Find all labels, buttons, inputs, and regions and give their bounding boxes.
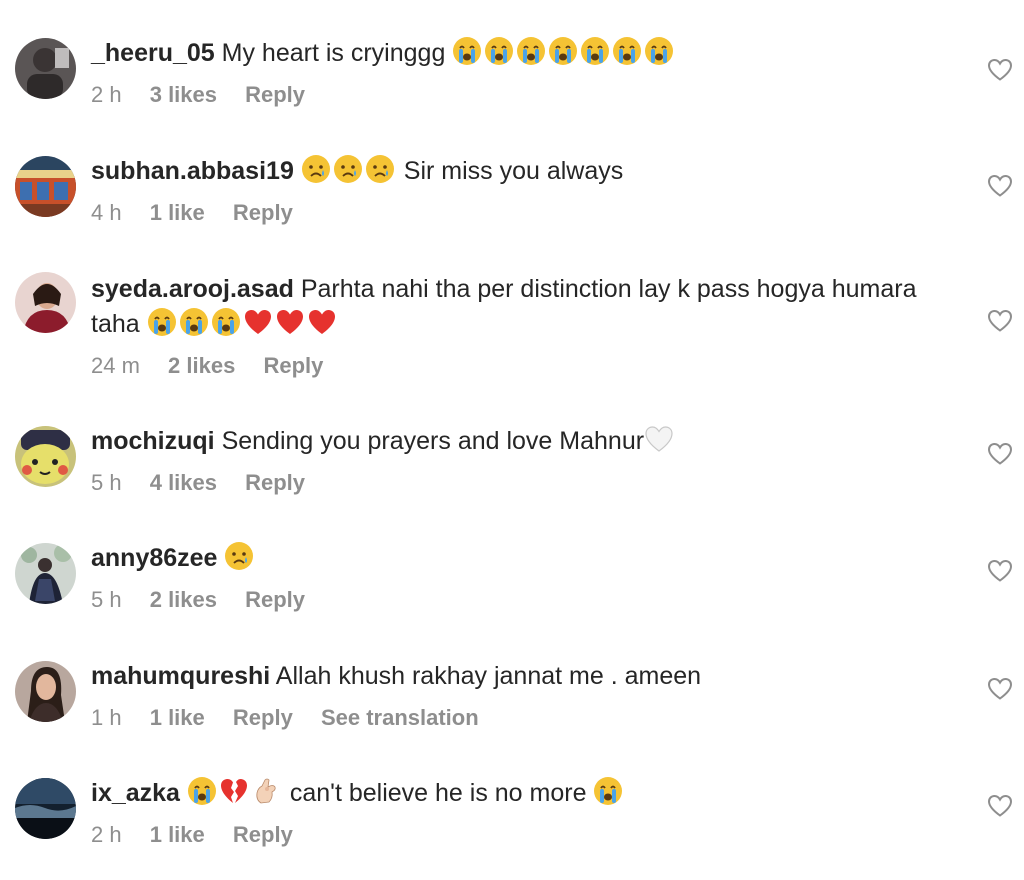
comment-time: 5 h — [91, 587, 122, 612]
like-heart-icon[interactable] — [987, 309, 1013, 333]
username[interactable]: anny86zee — [91, 544, 217, 572]
crying-emoji-icon — [147, 307, 177, 337]
crying-emoji-icon — [516, 36, 546, 66]
comment-time: 2 h — [91, 82, 122, 107]
comment-text: syeda.arooj.asad Parhta nahi tha per dis… — [91, 272, 971, 342]
username[interactable]: mochizuqi — [91, 427, 215, 455]
like-heart-icon[interactable] — [987, 794, 1013, 818]
likes-count[interactable]: 2 likes — [150, 587, 217, 612]
avatar[interactable] — [15, 156, 76, 217]
username[interactable]: syeda.arooj.asad — [91, 275, 294, 303]
crying-emoji-icon — [179, 307, 209, 337]
emoji-group — [224, 541, 256, 572]
reply-button[interactable]: Reply — [245, 470, 305, 495]
like-heart-icon[interactable] — [987, 174, 1013, 198]
emoji-group — [593, 776, 625, 807]
likes-count[interactable]: 3 likes — [150, 82, 217, 107]
comment-time: 2 h — [91, 822, 122, 847]
username[interactable]: ix_azka — [91, 779, 180, 807]
crying-emoji-icon — [187, 776, 217, 806]
like-heart-icon[interactable] — [987, 559, 1013, 583]
comment-body: Sir miss you always — [403, 157, 624, 185]
broken-heart-emoji-icon — [219, 776, 249, 806]
avatar[interactable] — [15, 426, 76, 487]
comment-meta: 4 h 1 like Reply — [91, 199, 971, 227]
comment-text: anny86zee — [91, 541, 971, 576]
reply-button[interactable]: Reply — [245, 82, 305, 107]
emoji-group — [187, 776, 283, 807]
red-heart-emoji-icon — [275, 307, 305, 337]
comment-body: Allah khush rakhay jannat me . ameen — [275, 662, 702, 690]
avatar[interactable] — [15, 778, 76, 839]
reply-button[interactable]: Reply — [233, 822, 293, 847]
comment-time: 5 h — [91, 470, 122, 495]
comment-text: ix_azka can't believe he is no more — [91, 776, 971, 811]
likes-count[interactable]: 1 like — [150, 822, 205, 847]
reply-button[interactable]: Reply — [263, 353, 323, 378]
pinching-hand-emoji-icon — [251, 776, 281, 806]
like-heart-icon[interactable] — [987, 677, 1013, 701]
crying-emoji-icon — [548, 36, 578, 66]
sad-tear-emoji-icon — [365, 154, 395, 184]
comment-meta: 1 h 1 like Reply See translation — [91, 704, 971, 732]
emoji-group — [452, 36, 676, 67]
comment-time: 4 h — [91, 200, 122, 225]
emoji-group — [147, 307, 339, 338]
comment-meta: 5 h 4 likes Reply — [91, 469, 971, 497]
emoji-group — [644, 424, 676, 455]
like-heart-icon[interactable] — [987, 442, 1013, 466]
username[interactable]: subhan.abbasi19 — [91, 157, 294, 185]
see-translation-button[interactable]: See translation — [321, 705, 479, 730]
comment-meta: 2 h 3 likes Reply — [91, 81, 971, 109]
crying-emoji-icon — [593, 776, 623, 806]
red-heart-emoji-icon — [307, 307, 337, 337]
red-heart-emoji-icon — [243, 307, 273, 337]
comment-body: Sending you prayers and love Mahnur — [221, 427, 645, 455]
avatar[interactable] — [15, 272, 76, 333]
sad-tear-emoji-icon — [333, 154, 363, 184]
emoji-group — [301, 154, 397, 185]
crying-emoji-icon — [612, 36, 642, 66]
avatar[interactable] — [15, 543, 76, 604]
comment-text: _heeru_05 My heart is cryinggg — [91, 36, 971, 71]
comment-text: subhan.abbasi19 Sir miss you always — [91, 154, 971, 189]
sad-tear-emoji-icon — [224, 541, 254, 571]
reply-button[interactable]: Reply — [245, 587, 305, 612]
comment-meta: 2 h 1 like Reply — [91, 821, 971, 849]
comment-meta: 5 h 2 likes Reply — [91, 586, 971, 614]
username[interactable]: _heeru_05 — [91, 39, 215, 67]
comment-time: 24 m — [91, 353, 140, 378]
comment-meta: 24 m 2 likes Reply — [91, 352, 971, 380]
crying-emoji-icon — [211, 307, 241, 337]
reply-button[interactable]: Reply — [233, 705, 293, 730]
like-heart-icon[interactable] — [987, 58, 1013, 82]
comment-text: mahumqureshi Allah khush rakhay jannat m… — [91, 659, 971, 694]
avatar[interactable] — [15, 38, 76, 99]
comment-body: can't believe he is no more — [289, 779, 587, 807]
white-heart-emoji-icon — [644, 424, 674, 454]
crying-emoji-icon — [644, 36, 674, 66]
comment-body: My heart is cryinggg — [221, 39, 446, 67]
crying-emoji-icon — [484, 36, 514, 66]
username[interactable]: mahumqureshi — [91, 662, 270, 690]
comment-text: mochizuqi Sending you prayers and love M… — [91, 424, 971, 459]
reply-button[interactable]: Reply — [233, 200, 293, 225]
sad-tear-emoji-icon — [301, 154, 331, 184]
comment-time: 1 h — [91, 705, 122, 730]
likes-count[interactable]: 2 likes — [168, 353, 235, 378]
avatar[interactable] — [15, 661, 76, 722]
likes-count[interactable]: 4 likes — [150, 470, 217, 495]
likes-count[interactable]: 1 like — [150, 200, 205, 225]
crying-emoji-icon — [452, 36, 482, 66]
crying-emoji-icon — [580, 36, 610, 66]
likes-count[interactable]: 1 like — [150, 705, 205, 730]
